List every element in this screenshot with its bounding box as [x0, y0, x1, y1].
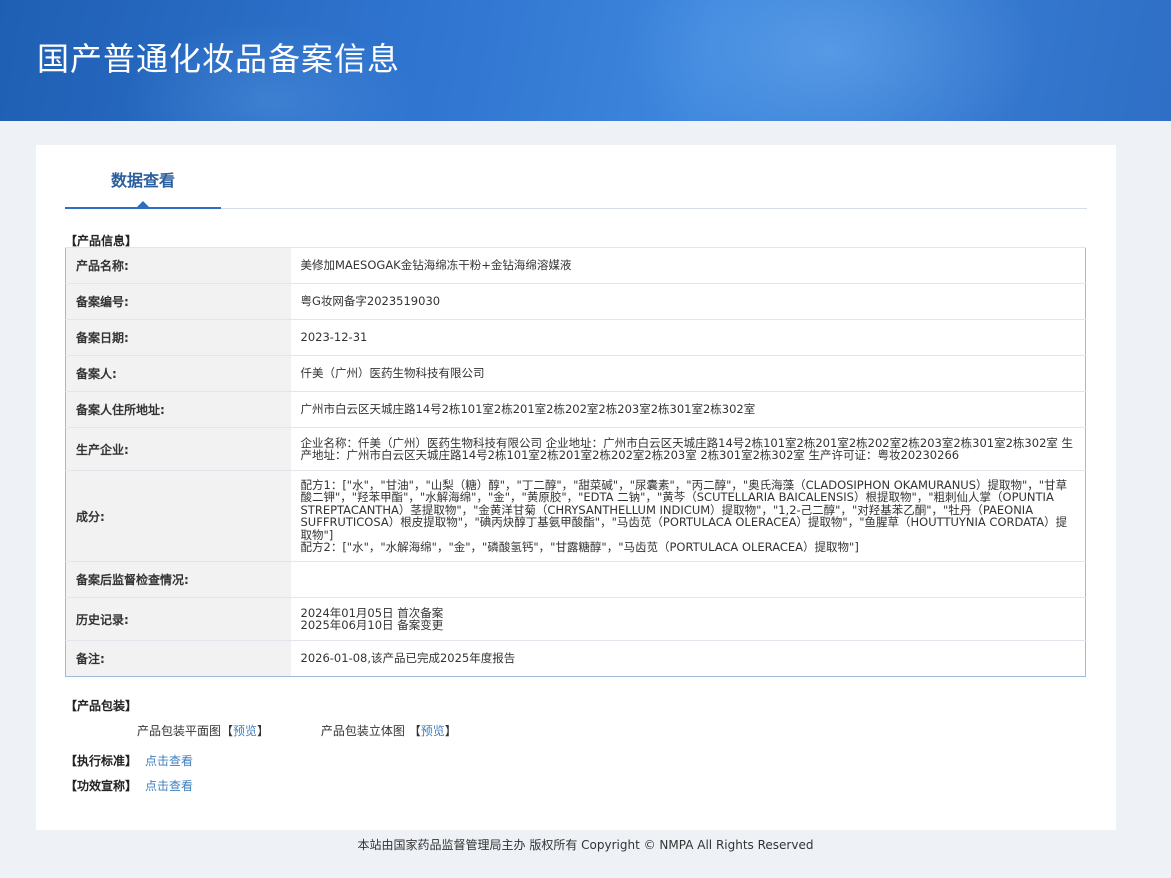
product-info-table: 产品名称: 美修加MAESOGAK金钻海绵冻干粉+金钻海绵溶媒液 备案编号: 粤… [65, 247, 1086, 677]
packaging-item: 产品包装平面图【预览】 [137, 724, 273, 738]
row-value: 2023-12-31 [290, 319, 1086, 356]
table-row: 备案人: 仟美（广州）医药生物科技有限公司 [65, 355, 1086, 392]
packaging-label: 产品包装平面图 [137, 724, 222, 738]
row-value [290, 561, 1086, 598]
table-row: 备注: 2026-01-08,该产品已完成2025年度报告 [65, 640, 1086, 677]
preview-link[interactable]: 预览 [421, 724, 445, 738]
packaging-row: 产品包装平面图【预览】 产品包装立体图 【预览】 [137, 722, 505, 739]
table-row: 产品名称: 美修加MAESOGAK金钻海绵冻干粉+金钻海绵溶媒液 [65, 247, 1086, 284]
table-row: 备案人住所地址: 广州市白云区天城庄路14号2栋101室2栋201室2栋202室… [65, 391, 1086, 428]
row-label: 备案人: [65, 355, 291, 392]
banner-decoration [620, 0, 1040, 121]
row-label: 历史记录: [65, 597, 291, 641]
row-label: 备案人住所地址: [65, 391, 291, 428]
efficacy-row: 【功效宣称】 点击查看 [65, 777, 193, 794]
packaging-label: 产品包装立体图 [320, 724, 409, 738]
header-banner: 国产普通化妆品备案信息 [0, 0, 1171, 121]
row-value: 企业名称：仟美（广州）医药生物科技有限公司 企业地址：广州市白云区天城庄路14号… [290, 427, 1086, 471]
table-row: 备案编号: 粤G妆网备字2023519030 [65, 283, 1086, 320]
standard-link[interactable]: 点击查看 [145, 754, 193, 768]
tab-label: 数据查看 [110, 171, 175, 190]
row-value: 广州市白云区天城庄路14号2栋101室2栋201室2栋202室2栋203室2栋3… [290, 391, 1086, 428]
row-value: 粤G妆网备字2023519030 [290, 283, 1086, 320]
row-label: 备案编号: [65, 283, 291, 320]
footer-copyright: 本站由国家药品监督管理局主办 版权所有 Copyright © NMPA All… [357, 838, 814, 852]
row-label: 产品名称: [65, 247, 291, 284]
page-title: 国产普通化妆品备案信息 [37, 40, 401, 78]
table-row: 备案日期: 2023-12-31 [65, 319, 1086, 356]
preview-link[interactable]: 预览 [233, 724, 257, 738]
row-value: 美修加MAESOGAK金钻海绵冻干粉+金钻海绵溶媒液 [290, 247, 1086, 284]
tab-bar: 数据查看 [65, 159, 1087, 209]
table-row: 备案后监督检查情况: [65, 561, 1086, 598]
row-label: 备案日期: [65, 319, 291, 356]
packaging-heading: 【产品包装】 [65, 699, 138, 713]
packaging-item: 产品包装立体图 【预览】 [320, 724, 457, 738]
table-row: 成分: 配方1：["水"，"甘油"，"山梨（糖）醇"，"丁二醇"，"甜菜碱"，"… [65, 470, 1086, 562]
table-row: 生产企业: 企业名称：仟美（广州）医药生物科技有限公司 企业地址：广州市白云区天… [65, 427, 1086, 471]
efficacy-link[interactable]: 点击查看 [145, 779, 193, 793]
row-label: 备案后监督检查情况: [65, 561, 291, 598]
row-label: 成分: [65, 470, 291, 562]
row-value: 配方1：["水"，"甘油"，"山梨（糖）醇"，"丁二醇"，"甜菜碱"，"尿囊素"… [290, 470, 1086, 562]
efficacy-heading: 【功效宣称】 [65, 779, 138, 793]
tab-data-view[interactable]: 数据查看 [65, 159, 221, 209]
table-row: 历史记录: 2024年01月05日 首次备案 2025年06月10日 备案变更 [65, 597, 1086, 641]
row-value: 2026-01-08,该产品已完成2025年度报告 [290, 640, 1086, 677]
row-label: 生产企业: [65, 427, 291, 471]
row-label: 备注: [65, 640, 291, 677]
row-value: 2024年01月05日 首次备案 2025年06月10日 备案变更 [290, 597, 1086, 641]
content-panel: 数据查看 【产品信息】 产品名称: 美修加MAESOGAK金钻海绵冻干粉+金钻海… [36, 145, 1116, 830]
row-value: 仟美（广州）医药生物科技有限公司 [290, 355, 1086, 392]
standard-row: 【执行标准】 点击查看 [65, 752, 193, 769]
tab-caret-icon [137, 201, 149, 207]
standard-heading: 【执行标准】 [65, 754, 138, 768]
